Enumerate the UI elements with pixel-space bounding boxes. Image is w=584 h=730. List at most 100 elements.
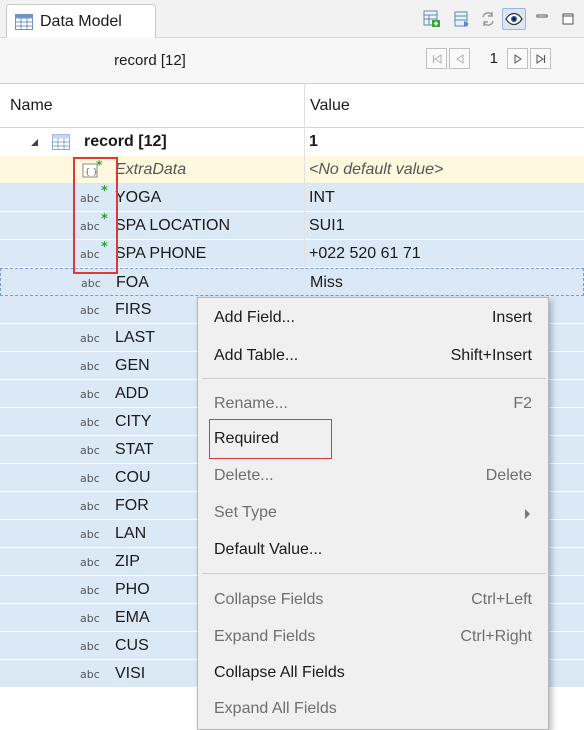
submenu-arrow-icon <box>525 509 530 519</box>
menu-item-expand-all-fields[interactable]: Expand All Fields <box>198 691 550 727</box>
required-icons-highlight <box>73 157 118 274</box>
value-column-header[interactable]: Value <box>310 84 350 128</box>
menu-item-add-table[interactable]: Add Table... Shift+Insert <box>198 338 550 374</box>
menu-item-default-value[interactable]: Default Value... <box>198 532 550 568</box>
abc-text: abc <box>80 668 100 681</box>
row-name: SPA PHONE <box>115 245 207 262</box>
abc-field-icon: abc <box>80 636 112 656</box>
previous-icon <box>455 53 463 64</box>
next-icon <box>514 53 522 64</box>
abc-text: abc <box>80 444 100 457</box>
root-name: record [12] <box>84 133 167 150</box>
abc-text: abc <box>80 360 100 373</box>
abc-field-icon: abc <box>80 412 112 432</box>
table-view-icon <box>454 11 469 27</box>
row-value: +022 520 61 71 <box>309 245 421 262</box>
menu-item-collapse-all-fields[interactable]: Collapse All Fields <box>198 655 550 691</box>
next-record-button[interactable] <box>507 48 528 69</box>
row-name: STAT <box>115 441 154 458</box>
row-name: GEN <box>115 357 150 374</box>
table-icon <box>52 134 70 150</box>
abc-field-icon: abc <box>80 356 112 376</box>
eye-icon <box>505 12 523 26</box>
view-title-bar: Data Model <box>0 0 584 38</box>
row-name: FOA <box>116 274 149 291</box>
menu-label: Collapse Fields <box>214 591 324 608</box>
menu-shortcut: F2 <box>513 395 532 412</box>
maximize-button[interactable] <box>556 8 580 30</box>
menu-shortcut: Ctrl+Right <box>460 628 532 645</box>
row-value: SUI1 <box>309 217 345 234</box>
abc-field-icon: abc <box>80 664 112 684</box>
row-name: VISI <box>115 665 146 682</box>
menu-label: Delete... <box>214 467 274 484</box>
abc-field-icon: abc <box>80 580 112 600</box>
menu-separator <box>202 378 546 379</box>
add-record-button[interactable] <box>420 8 444 30</box>
row-name: CITY <box>115 413 152 430</box>
first-record-button[interactable] <box>426 48 447 69</box>
abc-field-icon: abc <box>80 328 112 348</box>
menu-shortcut: Delete <box>485 467 532 484</box>
menu-label: Add Field... <box>214 309 295 326</box>
last-record-button[interactable] <box>530 48 551 69</box>
page-number: 1 <box>489 50 498 67</box>
row-name: COU <box>115 469 151 486</box>
maximize-icon <box>562 13 574 25</box>
menu-separator <box>202 573 546 574</box>
menu-label: Expand Fields <box>214 628 316 645</box>
abc-text: abc <box>80 556 100 569</box>
last-page-icon <box>536 53 545 64</box>
abc-text: abc <box>80 416 100 429</box>
row-name: YOGA <box>115 189 162 206</box>
menu-label: Add Table... <box>214 347 299 364</box>
required-item-highlight <box>209 419 332 459</box>
minimize-button[interactable] <box>530 8 554 30</box>
cell-divider <box>304 212 305 240</box>
cell-divider <box>304 184 305 212</box>
menu-shortcut: Insert <box>491 309 532 326</box>
previous-record-button[interactable] <box>449 48 470 69</box>
menu-label: Set Type <box>214 504 277 521</box>
abc-field-icon: abc <box>80 524 112 544</box>
abc-field-icon: abc <box>81 273 113 293</box>
record-navigation-bar: record [12] 1 <box>0 38 584 84</box>
tab-data-model[interactable]: Data Model <box>6 4 156 38</box>
abc-text: abc <box>80 332 100 345</box>
row-name: PHO <box>115 581 150 598</box>
menu-label: Rename... <box>214 395 288 412</box>
cell-divider <box>304 156 305 184</box>
row-name: ExtraData <box>115 161 187 178</box>
abc-field-icon: abc <box>80 300 112 320</box>
menu-item-add-field[interactable]: Add Field... Insert <box>198 300 550 336</box>
menu-item-rename[interactable]: Rename... F2 <box>198 386 550 422</box>
first-page-icon <box>432 53 441 64</box>
row-name: ADD <box>115 385 149 402</box>
row-value: INT <box>309 189 335 206</box>
table-view-button[interactable] <box>450 8 474 30</box>
menu-item-set-type[interactable]: Set Type <box>198 495 550 531</box>
abc-text: abc <box>80 612 100 625</box>
cell-divider <box>304 240 305 268</box>
menu-label: Expand All Fields <box>214 700 337 717</box>
abc-text: abc <box>81 277 101 290</box>
menu-shortcut: Shift+Insert <box>450 347 532 364</box>
menu-item-collapse-fields[interactable]: Collapse Fields Ctrl+Left <box>198 582 550 618</box>
name-column-header[interactable]: Name <box>10 84 53 128</box>
tree-root-row[interactable]: record [12] 1 <box>0 128 584 156</box>
record-title: record [12] <box>114 52 186 69</box>
column-divider[interactable] <box>304 84 305 128</box>
sync-button[interactable] <box>476 8 500 30</box>
abc-text: abc <box>80 500 100 513</box>
table-add-icon <box>423 10 440 27</box>
abc-field-icon: abc <box>80 552 112 572</box>
menu-item-expand-fields[interactable]: Expand Fields Ctrl+Right <box>198 619 550 655</box>
cell-divider <box>305 269 306 297</box>
abc-field-icon: abc <box>80 440 112 460</box>
preview-toggle-button[interactable] <box>502 8 526 30</box>
abc-text: abc <box>80 304 100 317</box>
row-name: EMA <box>115 609 150 626</box>
row-name: SPA LOCATION <box>115 217 230 234</box>
abc-field-icon: abc <box>80 468 112 488</box>
menu-item-delete[interactable]: Delete... Delete <box>198 458 550 494</box>
